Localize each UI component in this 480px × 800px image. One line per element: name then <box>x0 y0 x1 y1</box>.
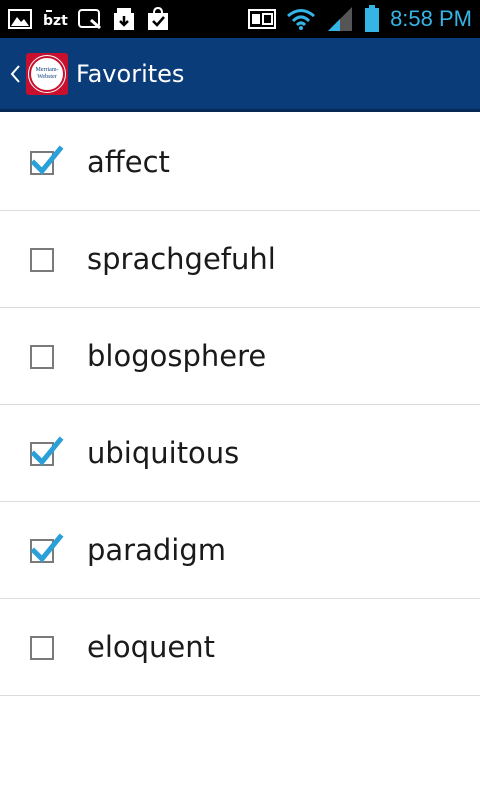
wifi-icon <box>286 7 316 31</box>
svg-text:bzt: bzt <box>43 13 68 29</box>
status-bar: bzt 8:58 PM <box>0 0 480 38</box>
battery-icon <box>364 5 380 33</box>
list-item[interactable]: sprachgefuhl <box>0 211 480 308</box>
list-item[interactable]: blogosphere <box>0 308 480 405</box>
status-time: 8:58 PM <box>390 6 472 31</box>
gallery-icon <box>8 8 32 30</box>
signal-icon <box>326 6 354 32</box>
back-icon[interactable] <box>4 37 26 111</box>
checkbox[interactable] <box>30 345 54 369</box>
favorite-word: sprachgefuhl <box>87 242 276 276</box>
favorites-list: affect sprachgefuhl blogosphere ubiquito… <box>0 114 480 696</box>
checkbox[interactable] <box>30 636 54 660</box>
bzt-icon: bzt <box>42 7 68 31</box>
list-item[interactable]: affect <box>0 114 480 211</box>
checkmark-icon <box>30 145 64 175</box>
checkbox[interactable] <box>30 145 64 175</box>
screen-mirror-icon <box>248 8 277 30</box>
checkbox[interactable] <box>30 533 64 563</box>
merriam-webster-logo[interactable]: Merriam-Webster <box>26 52 68 95</box>
list-item[interactable]: eloquent <box>0 599 480 696</box>
favorite-word: affect <box>87 145 170 179</box>
page-title: Favorites <box>76 59 185 88</box>
checkbox[interactable] <box>30 248 54 272</box>
status-notifications: bzt <box>8 7 180 31</box>
favorite-word: paradigm <box>87 533 226 567</box>
search-notification-icon <box>78 8 102 30</box>
checkbox[interactable] <box>30 436 64 466</box>
logo-text: Merriam-Webster <box>28 54 66 93</box>
favorite-word: blogosphere <box>87 339 267 373</box>
list-item[interactable]: paradigm <box>0 502 480 599</box>
checkmark-icon <box>30 436 64 466</box>
status-system: 8:58 PM <box>238 5 472 33</box>
favorite-word: ubiquitous <box>87 436 240 470</box>
checkmark-icon <box>30 533 64 563</box>
download-icon <box>112 7 136 31</box>
action-bar: Merriam-Webster Favorites <box>0 38 480 112</box>
favorite-word: eloquent <box>87 630 216 664</box>
list-item[interactable]: ubiquitous <box>0 405 480 502</box>
shopping-bag-icon <box>146 7 170 31</box>
